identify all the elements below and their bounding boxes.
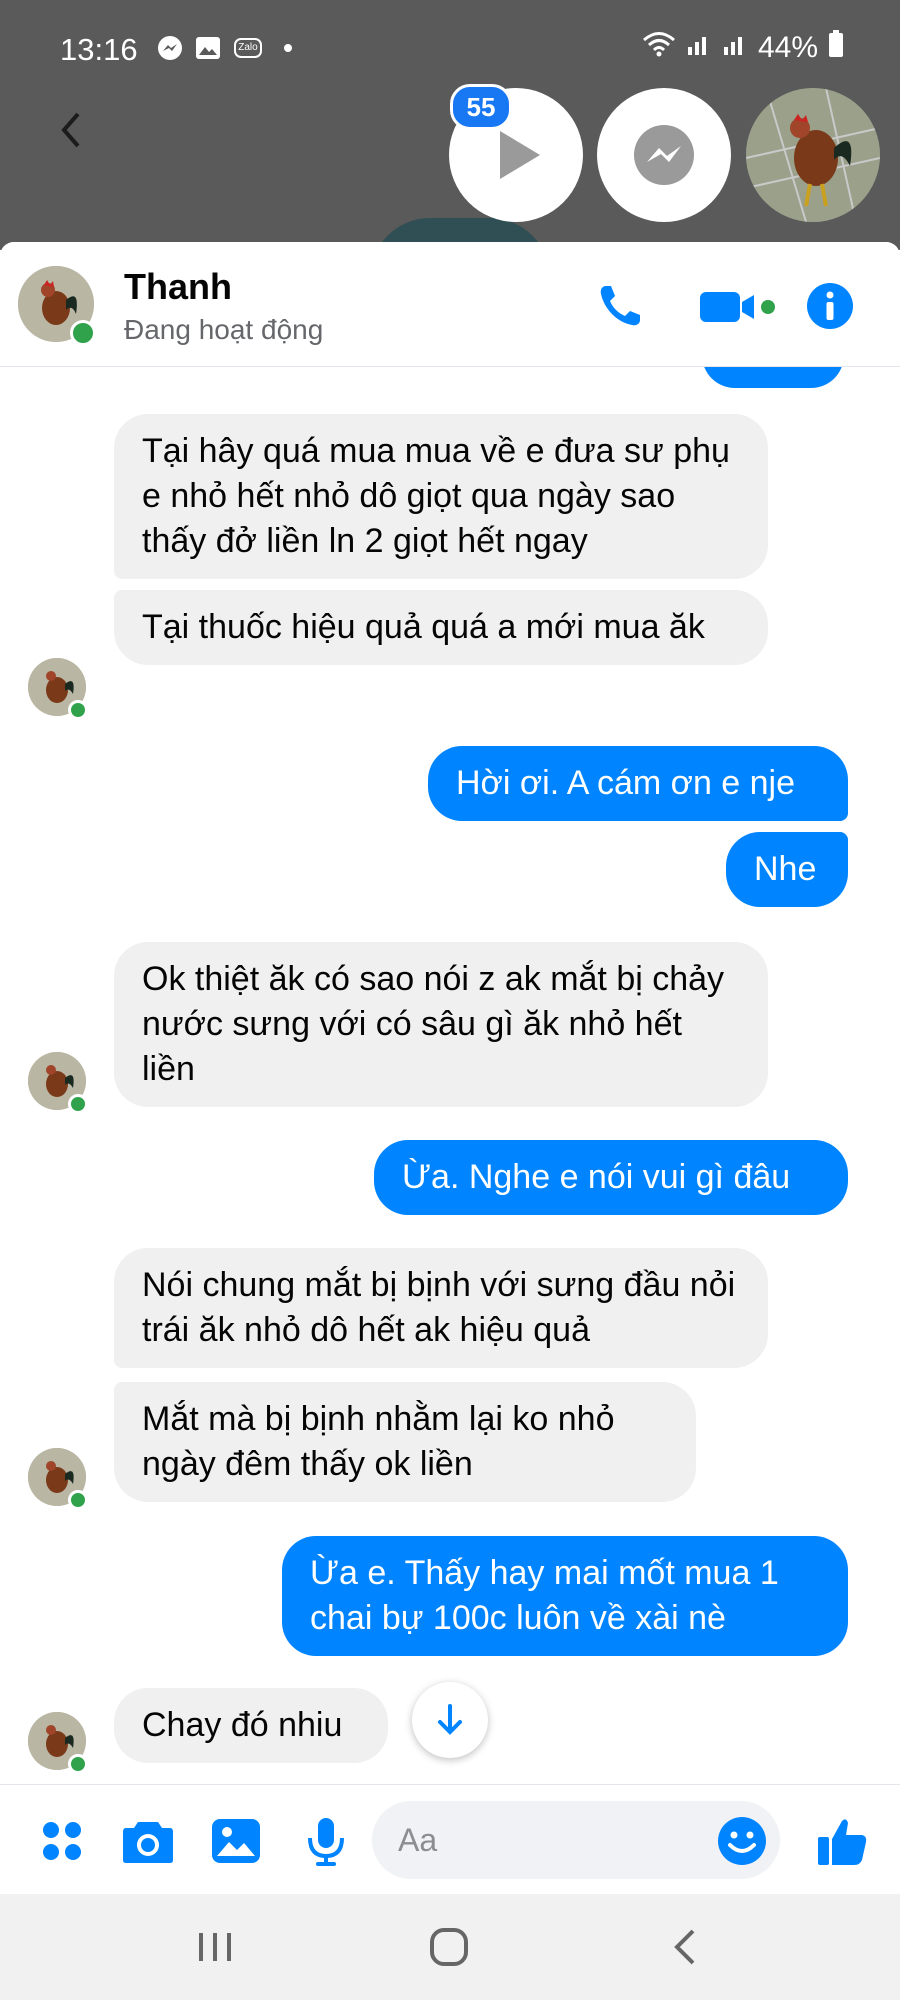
- four-dots-icon: [43, 1822, 81, 1860]
- camera-icon: [123, 1822, 173, 1863]
- outgoing-message[interactable]: Ừa. Nghe e nói vui gì đâu: [374, 1140, 848, 1215]
- incoming-message[interactable]: Tại hây quá mua mua về e đưa sư phụ e nh…: [114, 414, 768, 579]
- battery-percent: 44%: [757, 31, 818, 64]
- conversation-panel: Thanh Đang hoạt động Tại hây quá mua mua…: [0, 242, 900, 1894]
- dot-icon: [274, 34, 302, 62]
- signal-2-icon: [722, 31, 748, 65]
- signal-icon: [686, 31, 712, 65]
- outgoing-message[interactable]: Hời ơi. A cám ơn e nje: [428, 746, 848, 821]
- gallery-icon: [194, 34, 222, 62]
- voice-record-button[interactable]: [298, 1813, 354, 1869]
- message-composer: [0, 1784, 900, 1895]
- video-camera-icon: [700, 292, 775, 322]
- incoming-message[interactable]: Ok thiệt ăk có sao nói z ak mắt bị chảy …: [114, 942, 768, 1107]
- thumbs-up-icon: [818, 1819, 867, 1865]
- microphone-icon: [308, 1818, 344, 1866]
- messenger-icon: [156, 34, 184, 62]
- online-indicator: [70, 320, 96, 346]
- gallery-button[interactable]: [208, 1813, 264, 1869]
- voice-call-button[interactable]: [592, 278, 648, 334]
- wifi-icon: [642, 30, 676, 66]
- info-button[interactable]: [802, 278, 858, 334]
- back-arrow-icon[interactable]: [52, 110, 92, 150]
- like-button[interactable]: [814, 1813, 870, 1869]
- notification-icons: Zalo: [156, 34, 302, 62]
- online-indicator: [68, 700, 88, 720]
- messenger-chat-head[interactable]: [597, 88, 731, 222]
- contact-name[interactable]: Thanh: [124, 266, 232, 308]
- arrow-down-icon: [438, 1704, 462, 1735]
- battery-icon: [828, 30, 844, 66]
- online-indicator: [68, 1490, 88, 1510]
- rooster-avatar-icon: [746, 88, 880, 222]
- outgoing-message[interactable]: Ừa e. Thấy hay mai mốt mua 1 chai bự 100…: [282, 1536, 848, 1656]
- incoming-message[interactable]: Mắt mà bị bịnh nhằm lại ko nhỏ ngày đêm …: [114, 1382, 696, 1502]
- play-icon: [500, 131, 540, 179]
- incoming-message[interactable]: Chay đó nhiu: [114, 1688, 388, 1763]
- home-icon[interactable]: [424, 1922, 474, 1972]
- status-right: 44%: [642, 30, 844, 66]
- online-indicator: [68, 1094, 88, 1114]
- back-icon[interactable]: [660, 1922, 710, 1972]
- messenger-logo-icon: [634, 125, 694, 185]
- contact-chat-head[interactable]: [746, 88, 880, 222]
- image-icon: [212, 1819, 260, 1863]
- system-navigation-bar: [0, 1894, 900, 2000]
- more-actions-button[interactable]: [34, 1813, 90, 1869]
- online-indicator: [68, 1754, 88, 1774]
- zalo-icon: Zalo: [232, 34, 264, 62]
- video-call-button[interactable]: [698, 278, 778, 334]
- unread-badge: 55: [450, 84, 512, 130]
- emoji-button[interactable]: [716, 1815, 768, 1867]
- conversation-header: Thanh Đang hoạt động: [0, 242, 900, 367]
- camera-button[interactable]: [120, 1813, 176, 1869]
- incoming-message[interactable]: Tại thuốc hiệu quả quá a mới mua ăk: [114, 590, 768, 665]
- status-time: 13:16: [60, 32, 138, 67]
- info-icon: [807, 283, 853, 329]
- contact-status: Đang hoạt động: [124, 314, 324, 345]
- status-bar: 13:16 Zalo 44%: [0, 0, 900, 100]
- smiley-icon: [718, 1817, 766, 1865]
- outgoing-message[interactable]: Nhe: [726, 832, 848, 907]
- phone-icon: [600, 286, 640, 326]
- recent-apps-icon[interactable]: [190, 1922, 240, 1972]
- incoming-message[interactable]: Nói chung mắt bị bịnh với sưng đầu nỏi t…: [114, 1248, 768, 1368]
- scroll-to-bottom-button[interactable]: [412, 1682, 488, 1758]
